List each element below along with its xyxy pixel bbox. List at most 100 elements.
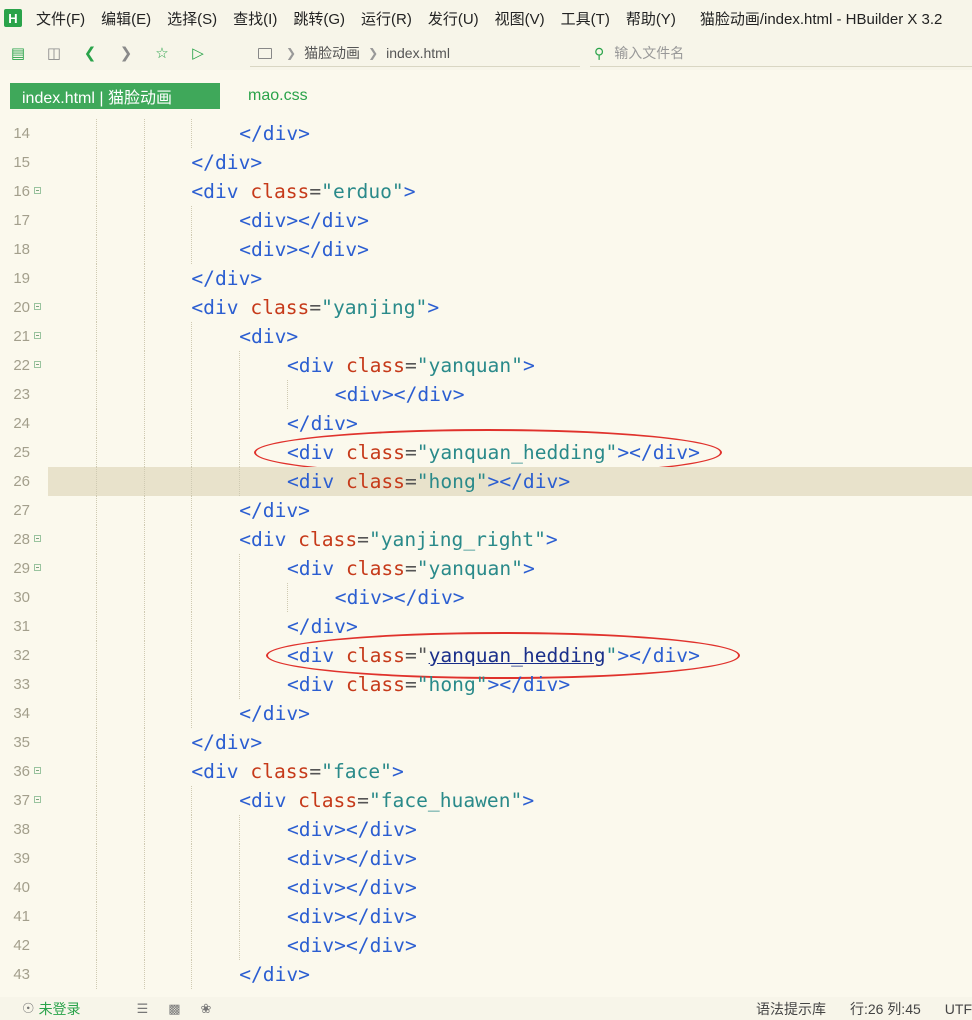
fold-toggle-icon[interactable] (34, 564, 41, 571)
code-text[interactable]: <div></div> (287, 931, 417, 960)
code-text[interactable]: </div> (191, 728, 262, 757)
star-icon[interactable]: ☆ (144, 38, 180, 68)
fold-toggle-icon[interactable] (34, 361, 41, 368)
code-line[interactable]: 41 <div></div> (0, 902, 972, 931)
menu-item[interactable]: 工具(T) (561, 8, 610, 29)
list-icon[interactable]: ☰ (137, 1001, 149, 1017)
code-line[interactable]: 35 </div> (0, 728, 972, 757)
code-text[interactable]: <div class="hong"></div> (287, 467, 570, 496)
cursor-position[interactable]: 行:26 列:45 (850, 999, 921, 1019)
code-line[interactable]: 33 <div class="hong"></div> (0, 670, 972, 699)
file-search-input[interactable]: ⚲ 输入文件名 (590, 40, 972, 67)
code-line[interactable]: 15 </div> (0, 148, 972, 177)
code-text[interactable]: <div></div> (287, 873, 417, 902)
forward-icon[interactable]: ❯ (108, 38, 144, 68)
menu-item[interactable]: 文件(F) (36, 8, 85, 29)
code-text[interactable]: <div class="yanjing"> (191, 293, 439, 322)
back-icon[interactable]: ❮ (72, 38, 108, 68)
indent-guide (95, 873, 97, 902)
indent-guide (95, 177, 97, 206)
code-editor[interactable]: 14 </div> 15 </div> 16 <div class="erduo"> 17 <… (0, 119, 972, 997)
code-line[interactable]: 18 <div></div> (0, 235, 972, 264)
code-text[interactable]: <div class="yanquan"> (287, 554, 535, 583)
login-status[interactable]: ☉ 未登录 (22, 999, 81, 1019)
terminal-icon[interactable]: ▩ (168, 1001, 180, 1017)
code-line[interactable]: 24 </div> (0, 409, 972, 438)
code-text[interactable]: </div> (191, 148, 262, 177)
menu-item[interactable]: 视图(V) (495, 8, 545, 29)
code-text[interactable]: <div></div> (287, 902, 417, 931)
code-text[interactable]: <div></div> (335, 380, 465, 409)
encoding[interactable]: UTF (945, 1001, 972, 1017)
menu-item[interactable]: 编辑(E) (101, 8, 151, 29)
code-text[interactable]: <div></div> (287, 815, 417, 844)
code-text[interactable]: </div> (239, 960, 310, 989)
fold-toggle-icon[interactable] (34, 303, 41, 310)
code-line[interactable]: 28 <div class="yanjing_right"> (0, 525, 972, 554)
code-line[interactable]: 43 </div> (0, 960, 972, 989)
code-line[interactable]: 26 <div class="hong"></div> (0, 467, 972, 496)
code-line[interactable]: 39 <div></div> (0, 844, 972, 873)
menu-item[interactable]: 选择(S) (167, 8, 217, 29)
code-line[interactable]: 36 <div class="face"> (0, 757, 972, 786)
code-line[interactable]: 20 <div class="yanjing"> (0, 293, 972, 322)
code-line[interactable]: 32 <div class="yanquan_hedding"></div> (0, 641, 972, 670)
code-text[interactable]: <div class="yanquan_hedding"></div> (287, 438, 700, 467)
menu-item[interactable]: 帮助(Y) (626, 8, 676, 29)
code-text[interactable]: </div> (239, 496, 310, 525)
breadcrumb-file[interactable]: index.html (386, 45, 450, 61)
plugin-icon[interactable]: ❀ (201, 1001, 212, 1017)
new-file-icon[interactable]: ▤ (0, 38, 36, 68)
code-line[interactable]: 14 </div> (0, 119, 972, 148)
fold-toggle-icon[interactable] (34, 187, 41, 194)
menu-item[interactable]: 发行(U) (428, 8, 479, 29)
code-line[interactable]: 40 <div></div> (0, 873, 972, 902)
menu-item[interactable]: 跳转(G) (293, 8, 345, 29)
code-text[interactable]: <div class="yanjing_right"> (239, 525, 558, 554)
fold-toggle-icon[interactable] (34, 767, 41, 774)
code-line[interactable]: 25 <div class="yanquan_hedding"></div> (0, 438, 972, 467)
code-line[interactable]: 31 </div> (0, 612, 972, 641)
fold-toggle-icon[interactable] (34, 332, 41, 339)
fold-toggle-icon[interactable] (34, 796, 41, 803)
code-text[interactable]: </div> (191, 264, 262, 293)
code-text[interactable]: <div class="yanquan_hedding"></div> (287, 641, 700, 670)
code-line[interactable]: 19 </div> (0, 264, 972, 293)
code-text[interactable]: <div class="yanquan"> (287, 351, 535, 380)
code-line[interactable]: 22 <div class="yanquan"> (0, 351, 972, 380)
code-line[interactable]: 16 <div class="erduo"> (0, 177, 972, 206)
code-text[interactable]: <div> (239, 322, 298, 351)
fold-toggle-icon[interactable] (34, 535, 41, 542)
code-text[interactable]: <div class="hong"></div> (287, 670, 570, 699)
code-line[interactable]: 38 <div></div> (0, 815, 972, 844)
code-text[interactable]: </div> (287, 612, 358, 641)
code-line[interactable]: 37 <div class="face_huawen"> (0, 786, 972, 815)
code-line[interactable]: 23 <div></div> (0, 380, 972, 409)
code-line[interactable]: 21 <div> (0, 322, 972, 351)
indent-guide (239, 438, 241, 467)
code-line[interactable]: 27 </div> (0, 496, 972, 525)
menu-item[interactable]: 查找(I) (233, 8, 277, 29)
run-icon[interactable]: ▷ (180, 38, 216, 68)
code-line[interactable]: 34 </div> (0, 699, 972, 728)
code-text[interactable]: <div class="face_huawen"> (239, 786, 534, 815)
code-text[interactable]: </div> (239, 699, 310, 728)
code-text[interactable]: </div> (239, 119, 310, 148)
code-text[interactable]: <div class="face"> (191, 757, 403, 786)
code-line[interactable]: 30 <div></div> (0, 583, 972, 612)
code-text[interactable]: <div></div> (239, 206, 369, 235)
save-icon[interactable]: ◫ (36, 38, 72, 68)
code-line[interactable]: 17 <div></div> (0, 206, 972, 235)
code-line[interactable]: 42 <div></div> (0, 931, 972, 960)
code-text[interactable]: <div class="erduo"> (191, 177, 415, 206)
tab-mao-css[interactable]: mao.css (248, 83, 308, 109)
code-text[interactable]: <div></div> (239, 235, 369, 264)
code-text[interactable]: </div> (287, 409, 358, 438)
breadcrumb-project[interactable]: 猫脸动画 (304, 43, 360, 63)
menu-item[interactable]: 运行(R) (361, 8, 412, 29)
code-text[interactable]: <div></div> (335, 583, 465, 612)
syntax-hint-lib[interactable]: 语法提示库 (756, 999, 826, 1019)
code-text[interactable]: <div></div> (287, 844, 417, 873)
code-line[interactable]: 29 <div class="yanquan"> (0, 554, 972, 583)
tab-index-html[interactable]: index.html | 猫脸动画 (10, 83, 220, 109)
